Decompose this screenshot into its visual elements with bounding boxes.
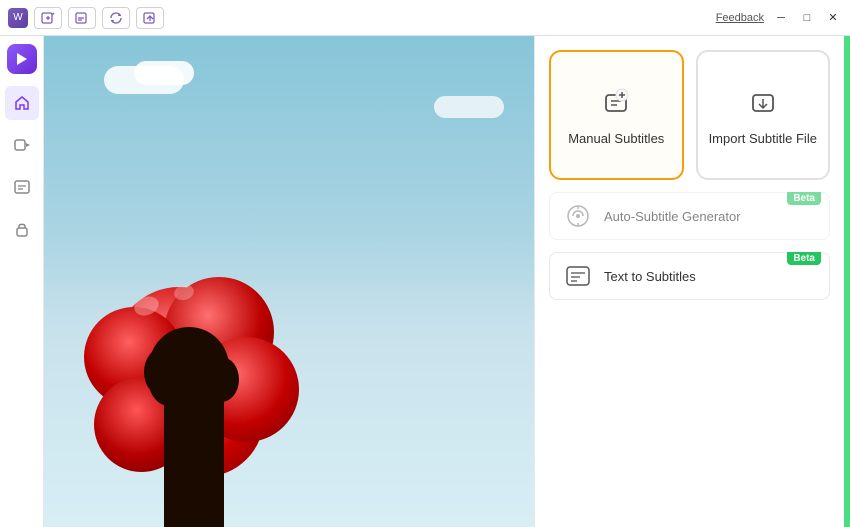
text-to-subtitle-beta-badge: Beta	[787, 252, 821, 265]
app-logo: W	[8, 8, 28, 28]
content-area: 00:04/00:12	[44, 36, 850, 527]
sidebar-item-subtitle[interactable]	[5, 170, 39, 204]
new-subtitle-button[interactable]	[68, 7, 96, 29]
feedback-link[interactable]: Feedback	[716, 12, 764, 24]
auto-subtitle-label: Auto-Subtitle Generator	[604, 209, 741, 224]
main-layout: 00:04/00:12	[0, 36, 850, 527]
minimize-button[interactable]: ─	[772, 9, 790, 27]
text-to-subtitle-label: Text to Subtitles	[604, 269, 696, 284]
video-area: 00:04/00:12	[44, 36, 534, 527]
maximize-button[interactable]: □	[798, 9, 816, 27]
import-subtitle-label: Import Subtitle File	[709, 131, 817, 146]
text-to-subtitle-icon	[562, 260, 594, 292]
new-video-button[interactable]	[34, 7, 62, 29]
import-subtitle-card[interactable]: Import Subtitle File	[696, 50, 831, 180]
sidebar-item-lock[interactable]	[5, 212, 39, 246]
import-subtitle-icon	[745, 85, 781, 121]
export-button[interactable]	[136, 7, 164, 29]
green-panel-peek	[844, 36, 850, 527]
manual-subtitles-card[interactable]: Manual Subtitles	[549, 50, 684, 180]
right-panel: Manual Subtitles Import Subtitle File	[534, 36, 844, 527]
close-button[interactable]: ✕	[824, 9, 842, 27]
sidebar-item-video[interactable]	[5, 128, 39, 162]
video-panel-row: 00:04/00:12	[44, 36, 850, 527]
title-bar-right: Feedback ─ □ ✕	[716, 9, 842, 27]
sidebar	[0, 36, 44, 527]
auto-subtitle-icon	[562, 200, 594, 232]
auto-subtitle-beta-badge: Beta	[787, 192, 821, 205]
video-scene	[44, 36, 534, 527]
auto-subtitle-row[interactable]: Auto-Subtitle Generator Beta	[549, 192, 830, 240]
manual-subtitles-icon	[598, 85, 634, 121]
refresh-button[interactable]	[102, 7, 130, 29]
manual-subtitles-label: Manual Subtitles	[568, 131, 664, 146]
sidebar-item-home[interactable]	[5, 86, 39, 120]
text-to-subtitle-row[interactable]: Text to Subtitles Beta	[549, 252, 830, 300]
app-sidebar-logo	[7, 44, 37, 74]
title-bar: W	[0, 0, 850, 36]
subtitle-options-row: Manual Subtitles Import Subtitle File	[549, 50, 830, 180]
title-bar-left: W	[8, 7, 164, 29]
